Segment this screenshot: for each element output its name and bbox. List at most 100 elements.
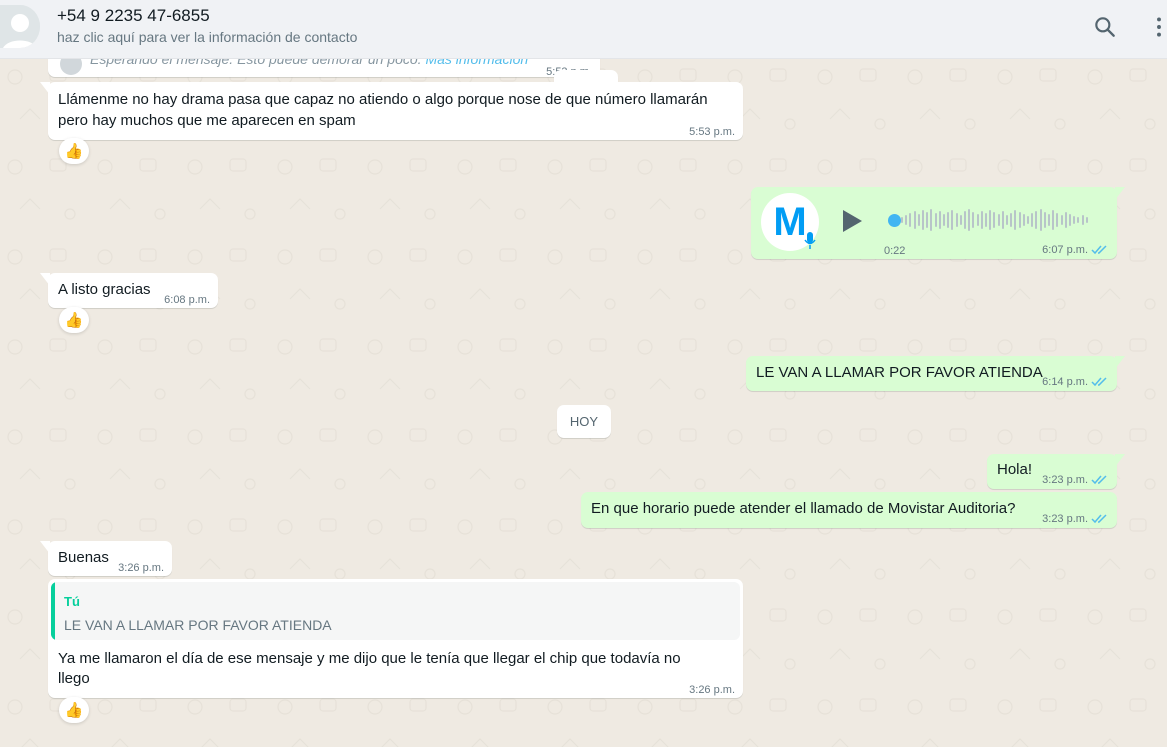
more-info-link[interactable]: Más información [425,59,528,67]
day-separator-label: HOY [569,414,599,429]
waveform-bar [938,211,941,229]
chat-header: +54 9 2235 47-6855 haz clic aquí para ve… [0,0,1167,59]
waveform-bar [947,212,950,228]
message-text: Hola! [997,461,1033,478]
message-text-line: Llámenme no hay drama pasa que capaz no … [58,91,708,108]
movistar-logo: M [773,200,807,244]
default-avatar-icon [0,5,40,48]
waveform-bar [901,217,903,223]
outgoing-voice-message[interactable]: M 0:22 6:07 p.m. [751,187,1125,260]
double-check-read-icon [1091,475,1107,485]
message-time: 6:14 p.m. [1042,376,1088,388]
waveform-bar [1001,211,1004,229]
day-separator-hoy: HOY [557,405,611,438]
double-check-read-icon [1091,514,1107,524]
message-time-status: 6:07 p.m. [1042,240,1109,260]
contact-avatar[interactable] [0,5,40,48]
waveform-bar [964,211,966,229]
waveform-bar [1056,213,1059,227]
reaction-badge[interactable]: 👍 [59,697,89,723]
waveform-bar [972,212,975,228]
waveform-bar [1073,216,1076,224]
message-time: 3:23 p.m. [1042,513,1088,525]
waiting-message-text: Esperando el mensaje. Esto puede demorar… [90,59,422,67]
double-check-read-icon [1091,245,1107,255]
waveform-bar [980,211,983,229]
waveform-bar [926,212,929,228]
waveform-bar [1006,215,1008,225]
microphone-icon [804,232,816,249]
message-text: En que horario puede atender el llamado … [591,500,1016,517]
waveform-bar [993,212,996,228]
menu-icon[interactable] [1146,14,1167,40]
message-text: Buenas [58,549,109,566]
progress-dot[interactable] [888,214,901,227]
outgoing-message[interactable]: En que horario puede atender el llamado … [581,492,1117,528]
message-time: 3:26 p.m. [118,562,164,574]
incoming-message[interactable]: Llámenme no hay drama pasa que capaz no … [40,82,743,140]
waveform-bar [959,215,962,225]
partial-message[interactable]: Esperando el mensaje. Esto puede demorar… [48,59,600,78]
audio-waveform[interactable] [887,205,1095,235]
message-time: 6:08 p.m. [164,294,210,306]
bubble-tail [1115,454,1125,467]
message-time: 3:26 p.m. [689,684,735,696]
waveform-bar [930,209,933,231]
thumbs-up-icon: 👍 [64,143,84,160]
waveform-bar [913,211,916,229]
waveform-bar [917,214,920,226]
bubble-tail [1115,187,1125,200]
waveform-bar [1048,214,1050,226]
message-text-line: Ya me llamaron el día de ese mensaje y m… [58,650,681,667]
incoming-reply-message[interactable]: Tú LE VAN A LLAMAR POR FAVOR ATIENDA Ya … [48,579,743,698]
message-text-line: pero hay muchos que me aparecen en spam [58,112,356,129]
waveform-bar [1060,215,1063,225]
bubble-tail [40,273,50,286]
contact-info-hint[interactable]: haz clic aquí para ver la información de… [57,29,357,45]
waveform-bar [1031,213,1034,227]
waveform-bar [1052,210,1055,230]
incoming-message[interactable]: Buenas 3:26 p.m. [40,541,172,576]
waveform-bar [976,214,979,226]
waveform-bar [934,213,937,227]
waveform-bar [943,214,945,226]
waveform-bar [1043,212,1046,228]
thumbs-up-icon: 👍 [64,312,84,329]
message-time: 6:07 p.m. [1042,244,1088,256]
play-icon[interactable] [841,209,863,233]
waveform-bar [997,214,1000,226]
message-text-line: llego [58,670,90,687]
quote-text: LE VAN A LLAMAR POR FAVOR ATIENDA [64,617,332,633]
waveform-bar [1022,214,1025,226]
reaction-badge[interactable]: 👍 [59,307,89,333]
quoted-message[interactable]: Tú LE VAN A LLAMAR POR FAVOR ATIENDA [51,582,740,640]
bubble-tail [1115,356,1125,369]
waveform-bar [985,213,987,227]
reaction-badge[interactable]: 👍 [59,138,89,164]
voice-duration: 0:22 [884,245,906,257]
outgoing-message[interactable]: LE VAN A LLAMAR POR FAVOR ATIENDA 6:14 p… [746,356,1125,392]
waveform-bar [1077,217,1080,223]
quote-author: Tú [64,594,80,609]
waveform-bar [1069,214,1071,226]
waveform-bar [1081,215,1084,225]
contact-name[interactable]: +54 9 2235 47-6855 [57,6,210,26]
message-text: A listo gracias [58,281,151,298]
waveform-bar [1064,212,1067,228]
message-text: LE VAN A LLAMAR POR FAVOR ATIENDA [756,364,1043,381]
incoming-message[interactable]: A listo gracias 6:08 p.m. [40,273,218,308]
waveform-bar [1027,216,1029,224]
message-time-status: 6:14 p.m. [1042,372,1109,392]
waveform-bar [951,210,954,230]
outgoing-message[interactable]: Hola! 3:23 p.m. [987,454,1125,490]
waveform-bar [1085,217,1088,223]
search-icon[interactable] [1092,14,1118,40]
waveform-bar [1018,212,1021,228]
double-check-read-icon [1091,377,1107,387]
waveform-bar [909,213,912,227]
waveform-bar [905,215,908,225]
message-time-status: 3:23 p.m. [1042,470,1109,490]
waveform-bar [955,213,958,227]
thumbs-up-icon: 👍 [64,702,84,719]
message-time: 3:23 p.m. [1042,474,1088,486]
